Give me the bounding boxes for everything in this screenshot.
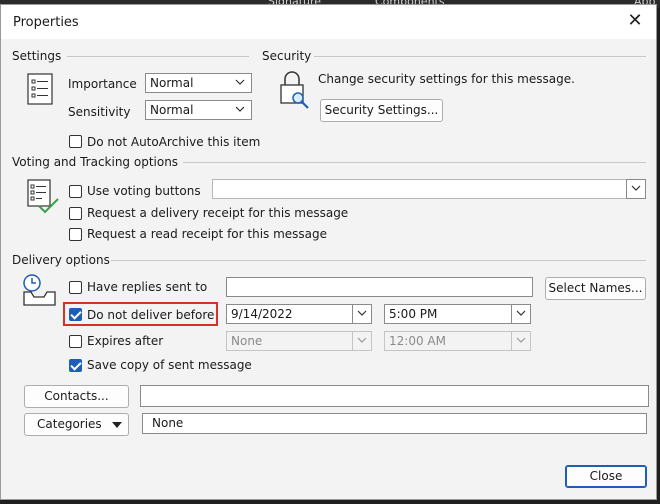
delivery-divider bbox=[111, 260, 646, 261]
voting-divider bbox=[183, 162, 646, 163]
voting-dropdown-button[interactable] bbox=[626, 179, 646, 199]
do-not-deliver-checkbox[interactable] bbox=[69, 308, 82, 321]
sensitivity-label: Sensitivity bbox=[68, 105, 131, 119]
read-receipt-checkbox[interactable] bbox=[69, 228, 82, 241]
sensitivity-value: Normal bbox=[150, 103, 194, 117]
expires-time-value: 12:00 AM bbox=[389, 334, 446, 348]
delivery-clock-tray-icon bbox=[23, 274, 56, 306]
replies-sent-to-checkbox[interactable] bbox=[69, 281, 82, 294]
deliver-time-dropdown[interactable] bbox=[511, 304, 531, 324]
delivery-receipt-checkbox[interactable] bbox=[69, 207, 82, 220]
voting-buttons-select[interactable] bbox=[212, 179, 646, 199]
expires-date-dropdown bbox=[352, 331, 372, 351]
voting-checklist-icon bbox=[27, 179, 59, 214]
expires-after-label: Expires after bbox=[87, 334, 164, 348]
chevron-down-icon bbox=[516, 310, 526, 316]
contacts-button[interactable]: Contacts... bbox=[24, 385, 129, 408]
deliver-date-input[interactable]: 9/14/2022 bbox=[226, 304, 353, 324]
expires-date-input: None bbox=[226, 331, 353, 351]
expires-after-checkbox[interactable] bbox=[69, 335, 82, 348]
chevron-down-icon bbox=[631, 185, 641, 191]
categories-button[interactable]: Categories bbox=[24, 413, 129, 436]
importance-value: Normal bbox=[150, 76, 194, 90]
autoarchive-checkbox[interactable] bbox=[69, 135, 82, 148]
security-section-title: Security bbox=[262, 49, 312, 63]
properties-dialog: Properties ✕ Settings Importance Normal … bbox=[0, 4, 657, 500]
importance-label: Importance bbox=[68, 77, 137, 91]
expires-time-dropdown bbox=[511, 331, 531, 351]
replies-sent-to-label: Have replies sent to bbox=[87, 280, 208, 294]
replies-sent-to-input[interactable] bbox=[226, 277, 533, 297]
read-receipt-label: Request a read receipt for this message bbox=[87, 227, 328, 241]
security-settings-button[interactable]: Security Settings... bbox=[320, 99, 443, 122]
voting-section-title: Voting and Tracking options bbox=[12, 155, 179, 169]
importance-select[interactable]: Normal bbox=[145, 73, 252, 93]
autoarchive-label: Do not AutoArchive this item bbox=[87, 135, 261, 149]
use-voting-checkbox[interactable] bbox=[69, 185, 82, 198]
chevron-down-icon bbox=[235, 106, 245, 112]
sensitivity-select[interactable]: Normal bbox=[145, 100, 252, 120]
close-button[interactable]: Close bbox=[565, 465, 647, 488]
categories-label: Categories bbox=[37, 417, 102, 431]
chevron-down-icon bbox=[357, 337, 367, 343]
expires-time-input: 12:00 AM bbox=[384, 331, 512, 351]
title-bar: Properties ✕ bbox=[1, 5, 656, 39]
categories-value-box: None bbox=[142, 413, 647, 434]
settings-section-title: Settings bbox=[12, 49, 62, 63]
expires-date-value: None bbox=[231, 334, 263, 348]
do-not-deliver-label: Do not deliver before bbox=[87, 308, 215, 322]
contacts-input[interactable] bbox=[140, 385, 649, 407]
select-names-button[interactable]: Select Names... bbox=[545, 277, 646, 300]
delivery-receipt-label: Request a delivery receipt for this mess… bbox=[87, 206, 349, 220]
save-copy-checkbox[interactable] bbox=[69, 359, 82, 372]
deliver-date-dropdown[interactable] bbox=[352, 304, 372, 324]
delivery-section-title: Delivery options bbox=[12, 253, 110, 267]
dialog-title: Properties bbox=[13, 15, 79, 30]
chevron-down-icon bbox=[357, 310, 367, 316]
settings-list-icon bbox=[27, 73, 53, 105]
use-voting-label: Use voting buttons bbox=[87, 184, 201, 198]
chevron-down-icon bbox=[516, 337, 526, 343]
caret-down-icon bbox=[112, 422, 122, 428]
deliver-time-input[interactable]: 5:00 PM bbox=[384, 304, 512, 324]
security-description: Change security settings for this messag… bbox=[318, 72, 575, 86]
security-divider bbox=[314, 56, 646, 57]
chevron-down-icon bbox=[235, 79, 245, 85]
lock-search-icon bbox=[280, 71, 309, 109]
save-copy-label: Save copy of sent message bbox=[87, 358, 252, 372]
settings-divider bbox=[67, 56, 249, 57]
close-icon[interactable]: ✕ bbox=[624, 10, 646, 32]
